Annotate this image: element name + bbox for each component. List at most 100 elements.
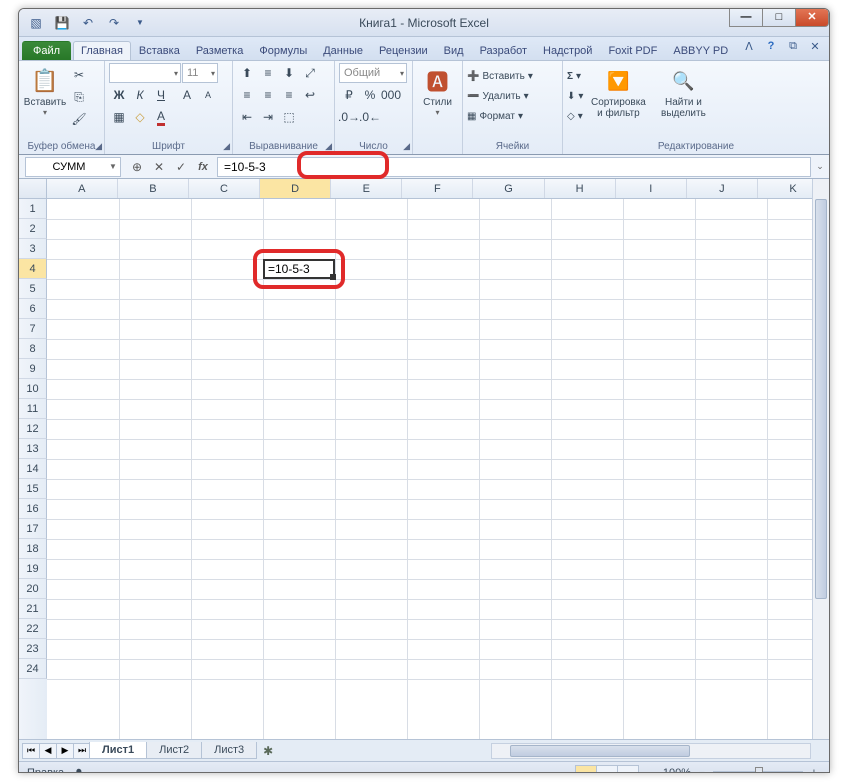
tab-abbyy[interactable]: ABBYY PD: [665, 41, 736, 60]
col-header-F[interactable]: F: [402, 179, 473, 198]
row-header-12[interactable]: 12: [19, 419, 47, 439]
align-right-icon[interactable]: ≡: [279, 85, 299, 105]
align-left-icon[interactable]: ≡: [237, 85, 257, 105]
row-header-5[interactable]: 5: [19, 279, 47, 299]
row-header-10[interactable]: 10: [19, 379, 47, 399]
sort-filter-button[interactable]: 🔽 Сортировка и фильтр: [585, 63, 651, 141]
row-header-22[interactable]: 22: [19, 619, 47, 639]
currency-icon[interactable]: ₽: [339, 85, 359, 105]
new-sheet-icon[interactable]: ✱: [257, 744, 279, 758]
italic-button[interactable]: К: [130, 85, 150, 105]
expand-formula-bar-icon[interactable]: ⌄: [813, 157, 827, 177]
col-header-C[interactable]: C: [189, 179, 260, 198]
horizontal-scrollbar[interactable]: [491, 743, 811, 759]
help-icon[interactable]: ?: [763, 40, 779, 53]
font-name-combo[interactable]: ▾: [109, 63, 181, 83]
cells-area[interactable]: =10-5-3: [47, 199, 829, 739]
clear-button[interactable]: ◇ ▾: [567, 107, 583, 125]
indent-increase-icon[interactable]: ⇥: [258, 107, 278, 127]
tab-view[interactable]: Вид: [436, 41, 472, 60]
percent-icon[interactable]: %: [360, 85, 380, 105]
undo-icon[interactable]: ↶: [77, 13, 99, 33]
restore-window-icon[interactable]: ⧉: [785, 40, 801, 53]
format-cells-button[interactable]: ▦Формат ▾: [467, 107, 558, 125]
align-center-icon[interactable]: ≡: [258, 85, 278, 105]
font-shrink-icon[interactable]: A: [198, 85, 218, 105]
tab-data[interactable]: Данные: [315, 41, 371, 60]
row-header-1[interactable]: 1: [19, 199, 47, 219]
minimize-ribbon-icon[interactable]: ᐱ: [741, 40, 757, 53]
row-header-19[interactable]: 19: [19, 559, 47, 579]
zoom-out-icon[interactable]: −: [695, 767, 709, 774]
tab-formulas[interactable]: Формулы: [251, 41, 315, 60]
copy-icon[interactable]: ⎘: [69, 87, 89, 107]
insert-cells-button[interactable]: ➕Вставить ▾: [467, 67, 558, 85]
fx-icon[interactable]: fx: [193, 158, 213, 176]
row-header-13[interactable]: 13: [19, 439, 47, 459]
font-launcher-icon[interactable]: ◢: [223, 141, 230, 152]
row-header-2[interactable]: 2: [19, 219, 47, 239]
col-header-J[interactable]: J: [687, 179, 758, 198]
align-bottom-icon[interactable]: ⬇: [279, 63, 299, 83]
tab-developer[interactable]: Разработ: [472, 41, 535, 60]
number-launcher-icon[interactable]: ◢: [403, 141, 410, 152]
sheet-tab-1[interactable]: Лист1: [89, 742, 147, 759]
col-header-E[interactable]: E: [331, 179, 402, 198]
tab-addins[interactable]: Надстрой: [535, 41, 600, 60]
tab-insert[interactable]: Вставка: [131, 41, 188, 60]
col-header-H[interactable]: H: [545, 179, 616, 198]
orientation-icon[interactable]: ⤢: [300, 63, 320, 83]
underline-button[interactable]: Ч: [151, 85, 171, 105]
fill-button[interactable]: ⬇ ▾: [567, 87, 583, 105]
tab-foxit[interactable]: Foxit PDF: [600, 41, 665, 60]
borders-icon[interactable]: ▦: [109, 107, 129, 127]
name-box[interactable]: ▼: [25, 157, 121, 177]
hscroll-thumb[interactable]: [510, 745, 690, 757]
insert-function-icon[interactable]: ⊕: [127, 158, 147, 176]
paste-button[interactable]: 📋 Вставить ▾: [23, 63, 67, 141]
find-select-button[interactable]: 🔍 Найти и выделить: [653, 63, 713, 141]
tab-layout[interactable]: Разметка: [188, 41, 252, 60]
view-page-break-icon[interactable]: [617, 765, 639, 774]
row-header-15[interactable]: 15: [19, 479, 47, 499]
alignment-launcher-icon[interactable]: ◢: [325, 141, 332, 152]
row-header-14[interactable]: 14: [19, 459, 47, 479]
view-page-layout-icon[interactable]: [596, 765, 618, 774]
row-header-9[interactable]: 9: [19, 359, 47, 379]
active-cell-D4[interactable]: =10-5-3: [263, 259, 335, 279]
qat-dropdown-icon[interactable]: ▼: [129, 13, 151, 33]
format-painter-icon[interactable]: 🖌: [69, 109, 89, 129]
maximize-button[interactable]: □: [762, 8, 796, 27]
align-middle-icon[interactable]: ≡: [258, 63, 278, 83]
tab-home[interactable]: Главная: [73, 41, 131, 60]
redo-icon[interactable]: ↷: [103, 13, 125, 33]
clipboard-launcher-icon[interactable]: ◢: [95, 141, 102, 152]
col-header-D[interactable]: D: [260, 179, 331, 198]
row-header-4[interactable]: 4: [19, 259, 47, 279]
row-header-7[interactable]: 7: [19, 319, 47, 339]
row-header-21[interactable]: 21: [19, 599, 47, 619]
enter-formula-icon[interactable]: ✓: [171, 158, 191, 176]
formula-input[interactable]: =10-5-3: [217, 157, 811, 177]
row-header-17[interactable]: 17: [19, 519, 47, 539]
decrease-decimal-icon[interactable]: .0←: [360, 107, 380, 127]
sheet-tab-2[interactable]: Лист2: [146, 742, 202, 759]
fill-color-icon[interactable]: ◇: [130, 107, 150, 127]
name-box-dropdown-icon[interactable]: ▼: [106, 162, 120, 171]
bold-button[interactable]: Ж: [109, 85, 129, 105]
select-all-corner[interactable]: [19, 179, 47, 198]
name-box-input[interactable]: [26, 161, 106, 173]
sheet-nav-first-icon[interactable]: ⏮: [22, 743, 40, 759]
wrap-text-icon[interactable]: ↩: [300, 85, 320, 105]
merge-cells-icon[interactable]: ⬚: [279, 107, 299, 127]
row-header-8[interactable]: 8: [19, 339, 47, 359]
zoom-slider[interactable]: [713, 771, 803, 774]
number-format-combo[interactable]: Общий▾: [339, 63, 407, 83]
macro-record-icon[interactable]: ⏺: [76, 766, 82, 773]
row-header-18[interactable]: 18: [19, 539, 47, 559]
font-grow-icon[interactable]: A: [177, 85, 197, 105]
increase-decimal-icon[interactable]: .0→: [339, 107, 359, 127]
cancel-formula-icon[interactable]: ✕: [149, 158, 169, 176]
col-header-A[interactable]: A: [47, 179, 118, 198]
view-normal-icon[interactable]: [575, 765, 597, 774]
